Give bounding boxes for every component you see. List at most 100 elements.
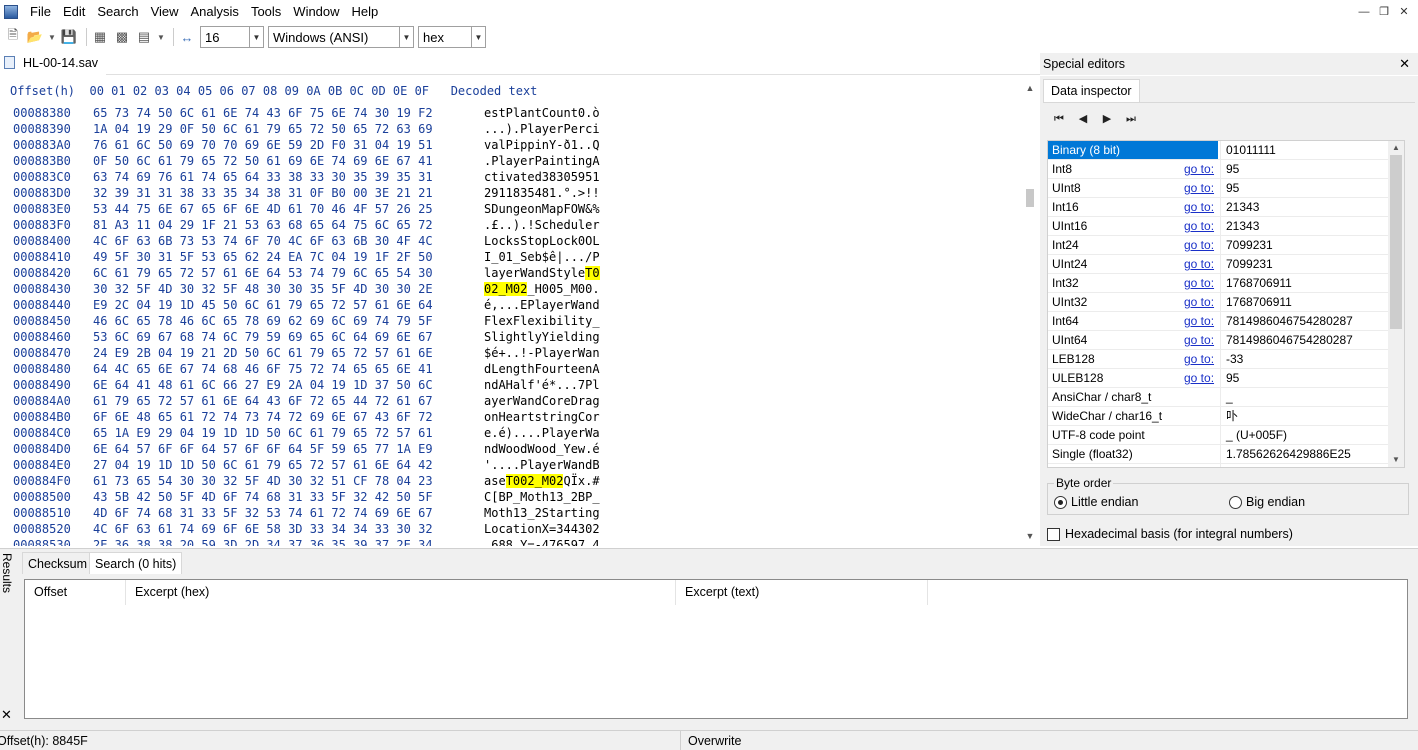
inspector-grid[interactable]: Binary (8 bit) 01011111 Int8 go to: 95 UInt8 g… xyxy=(1047,140,1405,468)
row-hex-bytes[interactable]: 6E 64 57 6F 6F 64 57 6F 6F 64 5F 59 65 7… xyxy=(93,442,433,456)
row-decoded-text[interactable]: dLengthFourteenA xyxy=(484,362,600,376)
inspector-value[interactable]: 卟 xyxy=(1220,407,1392,426)
hex-row[interactable]: 000884F0 61 73 65 54 30 30 32 5F 4D 30 32… xyxy=(0,474,1020,490)
hex-row[interactable]: 00088450 46 6C 65 78 46 6C 65 78 69 62 69… xyxy=(0,314,1020,330)
hex-row[interactable]: 000883C0 63 74 69 76 61 74 65 64 33 38 33… xyxy=(0,170,1020,186)
row-decoded-text[interactable]: ndAHalf'é*...7Pl xyxy=(484,378,600,392)
menu-tools[interactable]: Tools xyxy=(245,0,287,24)
row-hex-bytes[interactable]: 61 73 65 54 30 30 32 5F 4D 30 32 51 CF 7… xyxy=(93,474,433,488)
last-icon[interactable]: ⏭ xyxy=(1123,111,1139,127)
row-decoded-text[interactable]: ...).PlayerPerci xyxy=(484,122,600,136)
hex-row[interactable]: 00088500 43 5B 42 50 5F 4D 6F 74 68 31 33… xyxy=(0,490,1020,506)
row-hex-bytes[interactable]: 81 A3 11 04 29 1F 21 53 63 68 65 64 75 6… xyxy=(93,218,433,232)
hex-row[interactable]: 00088510 4D 6F 74 68 31 33 5F 32 53 74 61… xyxy=(0,506,1020,522)
goto-link[interactable]: go to: xyxy=(1184,350,1214,368)
hex-row[interactable]: 00088400 4C 6F 63 6B 73 53 74 6F 70 4C 6F… xyxy=(0,234,1020,250)
inspector-value[interactable]: 95 xyxy=(1220,160,1392,179)
inspector-value[interactable]: 01011111 xyxy=(1220,141,1392,160)
row-hex-bytes[interactable]: 61 79 65 72 57 61 6E 64 43 6F 72 65 44 7… xyxy=(93,394,433,408)
hex-row[interactable]: 000883F0 81 A3 11 04 29 1F 21 53 63 68 65… xyxy=(0,218,1020,234)
hex-row[interactable]: 000884B0 6F 6E 48 65 61 72 74 73 74 72 69… xyxy=(0,410,1020,426)
row-hex-bytes[interactable]: 24 E9 2B 04 19 21 2D 50 6C 61 79 65 72 5… xyxy=(93,346,433,360)
goto-link[interactable]: go to: xyxy=(1184,331,1214,349)
row-hex-bytes[interactable]: E9 2C 04 19 1D 45 50 6C 61 79 65 72 57 6… xyxy=(93,298,433,312)
tab-search[interactable]: Search (0 hits) xyxy=(89,552,183,574)
bytes-per-row-select[interactable]: 16 ▼ xyxy=(200,26,264,48)
goto-link[interactable]: go to: xyxy=(1184,274,1214,292)
row-decoded-text[interactable]: SDungeonMapFOW&% xyxy=(484,202,600,216)
row-decoded-text[interactable]: 2911835481.°.>!! xyxy=(484,186,600,200)
row-decoded-text[interactable]: .PlayerPaintingA xyxy=(484,154,600,168)
inspector-row[interactable]: Int32 go to: 1768706911 xyxy=(1048,274,1404,293)
row-hex-bytes[interactable]: 4D 6F 74 68 31 33 5F 32 53 74 61 72 74 6… xyxy=(93,506,433,520)
hex-row[interactable]: 000883B0 0F 50 6C 61 79 65 72 50 61 69 6E… xyxy=(0,154,1020,170)
row-decoded-text[interactable]: layerWandStyleT0 xyxy=(484,266,600,280)
row-hex-bytes[interactable]: 53 6C 69 67 68 74 6C 79 59 69 65 6C 64 6… xyxy=(93,330,433,344)
scroll-down-icon[interactable]: ▼ xyxy=(1388,453,1404,467)
hex-row[interactable]: 00088420 6C 61 79 65 72 57 61 6E 64 53 74… xyxy=(0,266,1020,282)
inspector-row[interactable]: UInt16 go to: 21343 xyxy=(1048,217,1404,236)
inspector-value[interactable]: 95 xyxy=(1220,369,1392,388)
hex-row[interactable]: 00088410 49 5F 30 31 5F 53 65 62 24 EA 7C… xyxy=(0,250,1020,266)
inspector-value[interactable]: 95 xyxy=(1220,179,1392,198)
disk-image-icon[interactable]: ▩ xyxy=(113,28,131,46)
hex-row[interactable]: 00088530 2E 36 38 38 20 59 3D 2D 34 37 36… xyxy=(0,538,1020,546)
row-decoded-text[interactable]: Moth13_2Starting xyxy=(484,506,600,520)
goto-link[interactable]: go to: xyxy=(1184,217,1214,235)
menu-file[interactable]: File xyxy=(24,0,57,24)
inspector-row[interactable]: LEB128 go to: -33 xyxy=(1048,350,1404,369)
disk-icon[interactable]: ▦ xyxy=(91,28,109,46)
row-decoded-text[interactable]: .688 Y=-476597.4 xyxy=(484,538,600,546)
column-excerpt-text[interactable]: Excerpt (text) xyxy=(676,580,928,605)
inspector-row[interactable]: ULEB128 go to: 95 xyxy=(1048,369,1404,388)
scroll-up-icon[interactable]: ▲ xyxy=(1022,80,1038,96)
hex-row[interactable]: 000884C0 65 1A E9 29 04 19 1D 1D 50 6C 61… xyxy=(0,426,1020,442)
row-decoded-text[interactable]: SlightlyYielding xyxy=(484,330,600,344)
scroll-thumb[interactable] xyxy=(1026,189,1034,207)
little-endian-radio[interactable]: Little endian xyxy=(1054,495,1138,509)
row-decoded-text[interactable]: '....PlayerWandB xyxy=(484,458,600,472)
inspector-value[interactable]: 1768706911 xyxy=(1220,293,1392,312)
row-hex-bytes[interactable]: 2E 36 38 38 20 59 3D 2D 34 37 36 35 39 3… xyxy=(93,538,433,546)
hex-row[interactable]: 000884E0 27 04 19 1D 1D 50 6C 61 79 65 72… xyxy=(0,458,1020,474)
row-hex-bytes[interactable]: 65 73 74 50 6C 61 6E 74 43 6F 75 6E 74 3… xyxy=(93,106,433,120)
goto-link[interactable]: go to: xyxy=(1184,198,1214,216)
inspector-value[interactable]: -33 xyxy=(1220,350,1392,369)
previous-icon[interactable]: ◀ xyxy=(1075,111,1091,127)
save-icon[interactable]: 💾 xyxy=(60,28,78,46)
row-decoded-text[interactable]: é,...EPlayerWand xyxy=(484,298,600,312)
inspector-value[interactable]: 7099231 xyxy=(1220,236,1392,255)
row-decoded-text[interactable]: ndWoodWood_Yew.é xyxy=(484,442,600,456)
row-hex-bytes[interactable]: 6E 64 41 48 61 6C 66 27 E9 2A 04 19 1D 3… xyxy=(93,378,433,392)
goto-link[interactable]: go to: xyxy=(1184,312,1214,330)
close-icon[interactable]: ✕ xyxy=(1396,4,1412,20)
row-hex-bytes[interactable]: 0F 50 6C 61 79 65 72 50 61 69 6E 74 69 6… xyxy=(93,154,433,168)
row-decoded-text[interactable]: aseT002_M02QÏx.# xyxy=(484,474,600,488)
row-decoded-text[interactable]: estPlantCount0.ò xyxy=(484,106,600,120)
hex-row[interactable]: 00088430 30 32 5F 4D 30 32 5F 48 30 30 35… xyxy=(0,282,1020,298)
row-decoded-text[interactable]: 02_M02_H005_M00. xyxy=(484,282,600,296)
inspector-row[interactable]: Double (float64)2.74810747841035214 xyxy=(1048,464,1404,467)
row-decoded-text[interactable]: I_01_Seb$ê|.../P xyxy=(484,250,600,264)
inspector-row[interactable]: Single (float32) 1.78562626429886E25 xyxy=(1048,445,1404,464)
inspector-scrollbar[interactable]: ▲ ▼ xyxy=(1388,141,1404,467)
row-decoded-text[interactable]: ayerWandCoreDrag xyxy=(484,394,600,408)
hex-row[interactable]: 00088380 65 73 74 50 6C 61 6E 74 43 6F 75… xyxy=(0,106,1020,122)
close-icon[interactable]: ✕ xyxy=(1399,53,1410,75)
inspector-value[interactable]: 7099231 xyxy=(1220,255,1392,274)
inspector-value[interactable]: _ xyxy=(1220,388,1392,407)
column-excerpt-hex[interactable]: Excerpt (hex) xyxy=(126,580,676,605)
menu-view[interactable]: View xyxy=(145,0,185,24)
goto-link[interactable]: go to: xyxy=(1184,160,1214,178)
inspector-value[interactable]: 21343 xyxy=(1220,198,1392,217)
inspector-row[interactable]: UTF-8 code point _ (U+005F) xyxy=(1048,426,1404,445)
inspector-row[interactable]: Int64 go to: 7814986046754280287 xyxy=(1048,312,1404,331)
hex-row[interactable]: 000883D0 32 39 31 31 38 33 35 34 38 31 0F… xyxy=(0,186,1020,202)
goto-link[interactable]: go to: xyxy=(1184,255,1214,273)
goto-link[interactable]: go to: xyxy=(1184,179,1214,197)
scroll-up-icon[interactable]: ▲ xyxy=(1388,141,1404,155)
row-hex-bytes[interactable]: 49 5F 30 31 5F 53 65 62 24 EA 7C 04 19 1… xyxy=(93,250,433,264)
tab-data-inspector[interactable]: Data inspector xyxy=(1043,79,1140,102)
row-decoded-text[interactable]: .£..).!Scheduler xyxy=(484,218,600,232)
row-hex-bytes[interactable]: 6C 61 79 65 72 57 61 6E 64 53 74 79 6C 6… xyxy=(93,266,433,280)
